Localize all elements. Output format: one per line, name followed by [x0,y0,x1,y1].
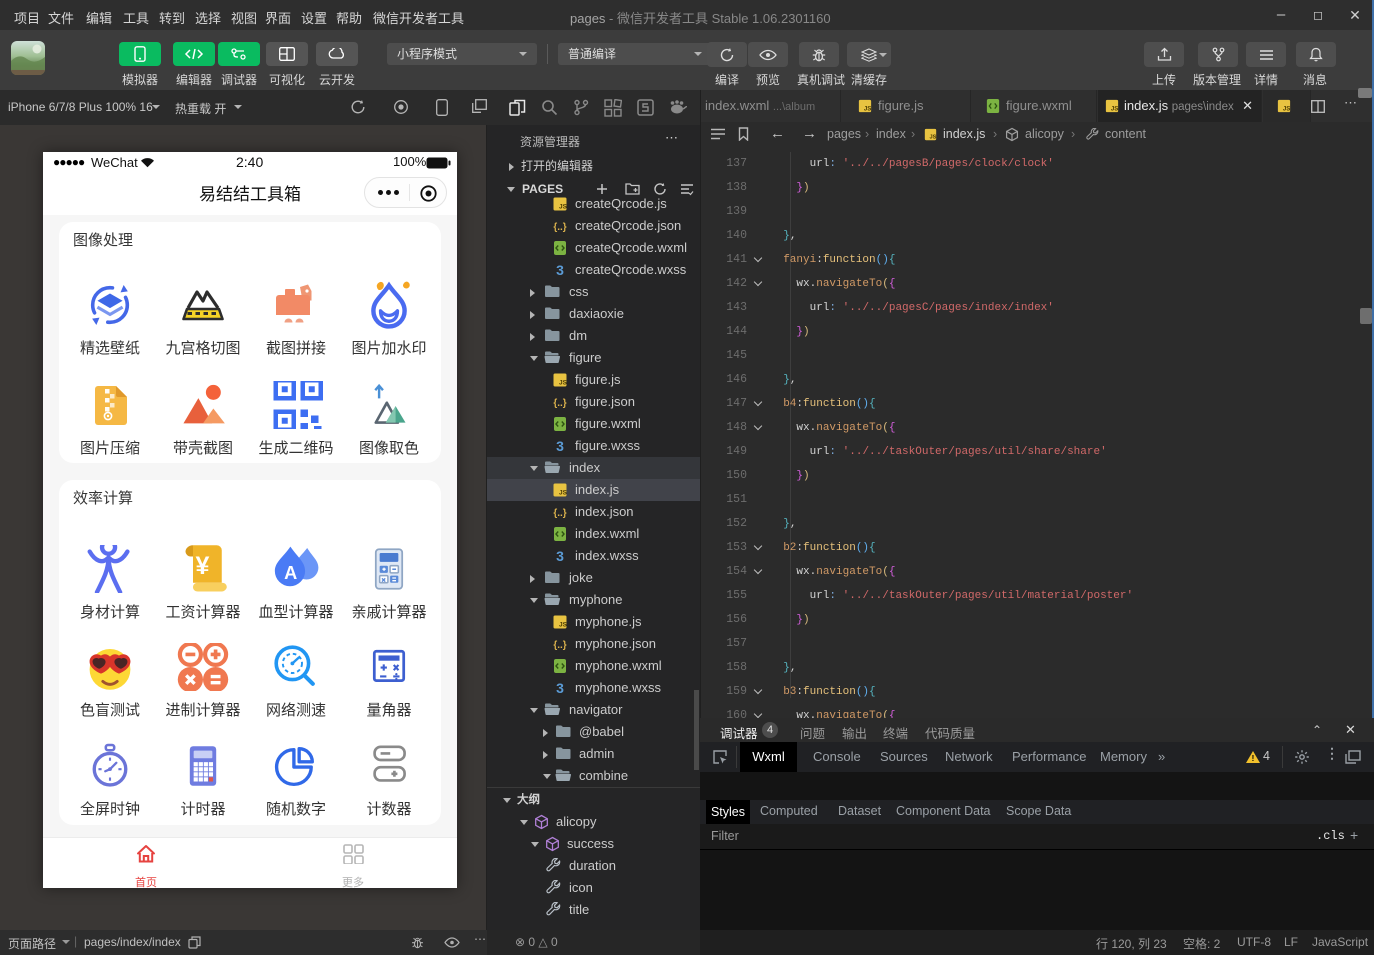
svg-text:3: 3 [556,548,564,564]
svg-text:{..}: {..} [553,640,566,651]
svg-text:{..}: {..} [553,398,566,409]
svg-text:JS: JS [559,622,568,629]
svg-text:JS: JS [1111,105,1118,112]
svg-text:3: 3 [556,680,564,696]
svg-text:A: A [284,563,297,583]
svg-text:{..}: {..} [553,508,566,519]
svg-text:JS: JS [864,105,871,112]
svg-text:¥: ¥ [196,552,210,580]
svg-text:JS: JS [559,490,568,497]
svg-text:JS: JS [559,204,568,211]
svg-text:JS: JS [929,135,936,141]
svg-text:3: 3 [556,262,564,278]
svg-text:3: 3 [556,438,564,454]
svg-text:{..}: {..} [553,222,566,233]
svg-text:!: ! [1252,754,1255,763]
svg-text:JS: JS [559,380,568,387]
svg-text:JS: JS [1283,105,1290,112]
